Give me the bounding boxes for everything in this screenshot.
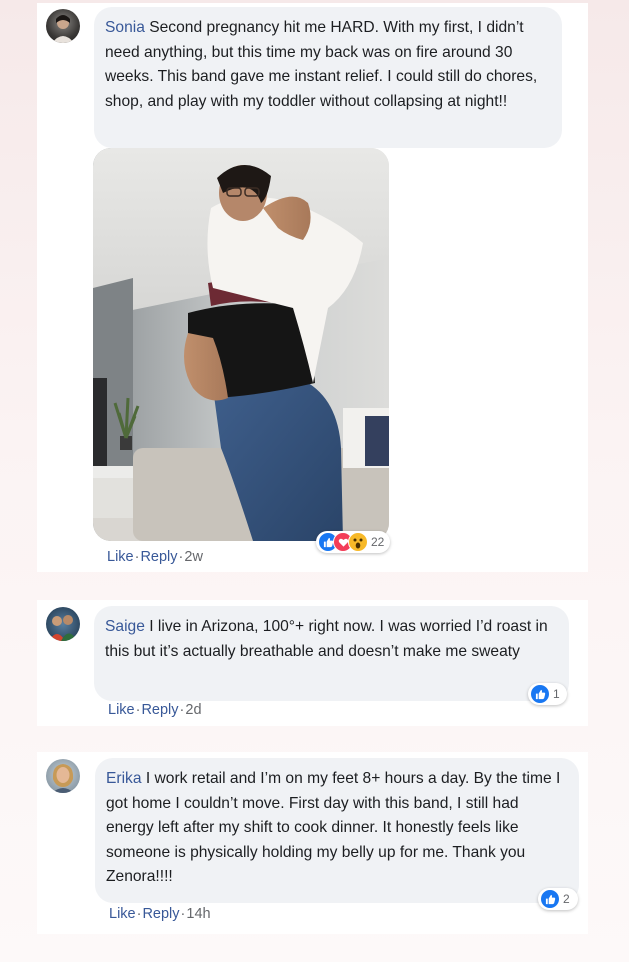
separator-dot: · <box>136 906 142 922</box>
comment-actions: Like·Reply·14h <box>109 906 211 922</box>
comment-actions: Like·Reply·2w <box>107 549 203 565</box>
like-icon <box>540 889 560 909</box>
comment-card-erika: Erika I work retail and I’m on my feet 8… <box>37 752 588 934</box>
comment-text: Second pregnancy hit me HARD. With my fi… <box>105 19 538 110</box>
reaction-count: 2 <box>563 892 570 906</box>
reaction-summary[interactable]: 1 <box>528 683 567 705</box>
comment-time[interactable]: 2w <box>184 549 203 565</box>
reaction-count: 1 <box>553 687 560 701</box>
comment-author[interactable]: Erika <box>106 770 142 787</box>
like-link[interactable]: Like <box>107 549 134 565</box>
separator-dot: · <box>178 549 184 565</box>
comment-photo[interactable] <box>93 148 389 541</box>
reply-link[interactable]: Reply <box>141 702 178 718</box>
comment-time[interactable]: 2d <box>185 702 201 718</box>
avatar[interactable] <box>46 9 80 43</box>
separator-dot: · <box>180 906 186 922</box>
comment-author[interactable]: Saige <box>105 618 145 635</box>
like-link[interactable]: Like <box>109 906 136 922</box>
reply-link[interactable]: Reply <box>140 549 177 565</box>
avatar[interactable] <box>46 759 80 793</box>
separator-dot: · <box>179 702 185 718</box>
comment-bubble: Saige I live in Arizona, 100°+ right now… <box>94 606 569 701</box>
comment-text: I work retail and I’m on my feet 8+ hour… <box>106 770 561 885</box>
comment-actions: Like·Reply·2d <box>108 702 202 718</box>
separator-dot: · <box>134 549 140 565</box>
wow-icon <box>348 532 368 552</box>
reaction-count: 22 <box>371 535 385 549</box>
reaction-summary[interactable]: 2 <box>538 888 578 910</box>
comment-card-sonia: Sonia Second pregnancy hit me HARD. With… <box>37 3 588 572</box>
comment-card-saige: Saige I live in Arizona, 100°+ right now… <box>37 600 588 726</box>
comment-bubble: Sonia Second pregnancy hit me HARD. With… <box>94 7 562 148</box>
comment-author[interactable]: Sonia <box>105 19 145 36</box>
reply-link[interactable]: Reply <box>142 906 179 922</box>
comment-text: I live in Arizona, 100°+ right now. I wa… <box>105 618 548 660</box>
comment-time[interactable]: 14h <box>186 906 210 922</box>
like-icon <box>530 684 550 704</box>
like-link[interactable]: Like <box>108 702 135 718</box>
comment-bubble: Erika I work retail and I’m on my feet 8… <box>95 758 579 903</box>
reaction-summary[interactable]: 22 <box>316 531 390 553</box>
avatar[interactable] <box>46 607 80 641</box>
separator-dot: · <box>135 702 141 718</box>
